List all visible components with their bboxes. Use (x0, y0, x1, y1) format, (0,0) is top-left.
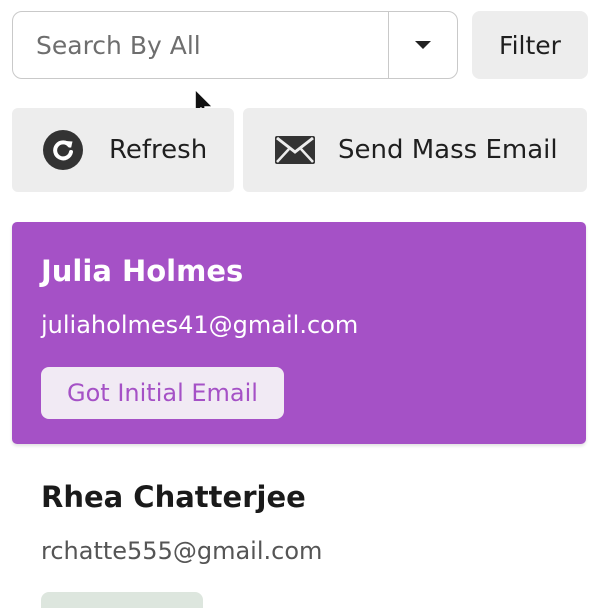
search-input[interactable] (13, 12, 388, 78)
contact-name: Julia Holmes (41, 254, 244, 288)
send-mass-email-label: Send Mass Email (338, 135, 558, 165)
contact-card-selected[interactable]: Julia Holmes juliaholmes41@gmail.com Got… (12, 222, 586, 444)
search-bar: Filter (12, 11, 588, 79)
status-badge (41, 592, 203, 608)
status-badge: Got Initial Email (41, 367, 284, 419)
contact-email: juliaholmes41@gmail.com (41, 311, 359, 339)
contact-name: Rhea Chatterjee (41, 480, 306, 514)
refresh-button[interactable]: Refresh (12, 108, 234, 192)
refresh-label: Refresh (109, 135, 208, 165)
envelope-icon (274, 135, 316, 165)
search-field (12, 11, 458, 79)
send-mass-email-button[interactable]: Send Mass Email (243, 108, 587, 192)
contacts-page: Filter Refresh Send Mass (0, 0, 600, 608)
filter-button[interactable]: Filter (472, 11, 588, 79)
action-buttons: Refresh Send Mass Email (12, 108, 587, 192)
refresh-icon (42, 129, 84, 171)
caret-down-icon (415, 41, 431, 49)
search-dropdown-toggle[interactable] (388, 12, 457, 78)
contact-email: rchatte555@gmail.com (41, 537, 323, 565)
contact-card[interactable]: Rhea Chatterjee rchatte555@gmail.com (12, 452, 586, 608)
